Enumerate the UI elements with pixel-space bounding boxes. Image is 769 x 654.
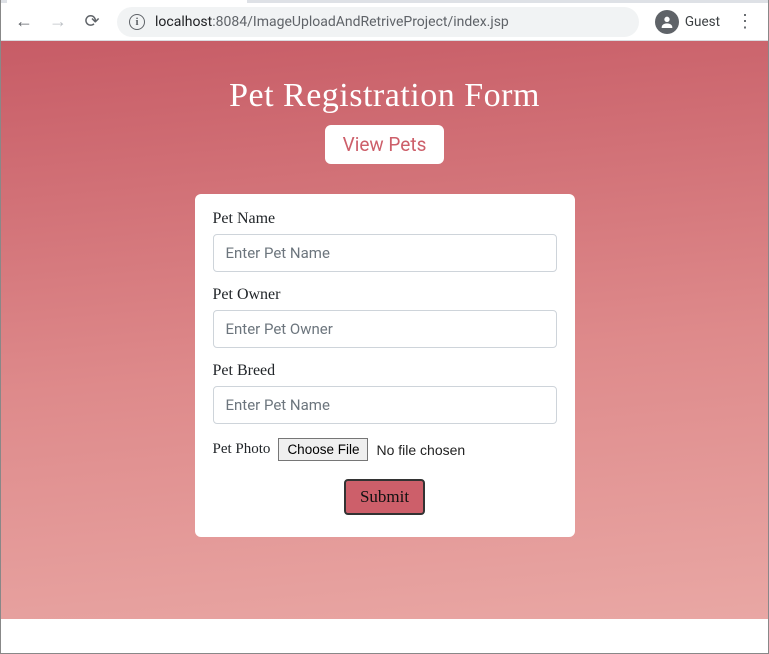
- profile-chip[interactable]: Guest: [649, 10, 726, 34]
- pet-breed-input[interactable]: [213, 386, 557, 424]
- url-host: localhost: [155, 14, 212, 30]
- field-pet-photo: Pet Photo Choose File No file chosen: [213, 438, 557, 461]
- window-controls: ⌄ — □ ✕: [588, 0, 764, 1]
- page-body: Pet Registration Form View Pets Pet Name…: [1, 41, 768, 619]
- site-info-icon[interactable]: i: [129, 14, 145, 30]
- submit-button[interactable]: Submit: [344, 479, 425, 515]
- field-pet-breed: Pet Breed: [213, 362, 557, 424]
- new-tab-button[interactable]: +: [255, 0, 283, 1]
- avatar-icon: [655, 10, 679, 34]
- tab-strip: localhost:8084/ImageUploadAnd × + ⌄ — □ …: [1, 0, 768, 3]
- pet-photo-label: Pet Photo: [213, 441, 271, 458]
- pet-breed-label: Pet Breed: [213, 362, 557, 380]
- url-text: localhost:8084/ImageUploadAndRetriveProj…: [155, 14, 509, 30]
- submit-row: Submit: [213, 479, 557, 515]
- pet-name-input[interactable]: [213, 234, 557, 272]
- choose-file-button[interactable]: Choose File: [278, 438, 368, 461]
- form-card: Pet Name Pet Owner Pet Breed Pet Photo C…: [195, 194, 575, 537]
- pet-owner-input[interactable]: [213, 310, 557, 348]
- address-bar: ← → ⟳ i localhost:8084/ImageUploadAndRet…: [1, 3, 768, 41]
- page-title: Pet Registration Form: [229, 77, 540, 115]
- field-pet-owner: Pet Owner: [213, 286, 557, 348]
- pet-name-label: Pet Name: [213, 210, 557, 228]
- file-status-text: No file chosen: [376, 442, 465, 458]
- omnibox[interactable]: i localhost:8084/ImageUploadAndRetrivePr…: [117, 7, 639, 37]
- field-pet-name: Pet Name: [213, 210, 557, 272]
- pet-owner-label: Pet Owner: [213, 286, 557, 304]
- kebab-menu-icon[interactable]: ⋮: [730, 11, 760, 32]
- profile-label: Guest: [685, 14, 720, 30]
- back-button[interactable]: ←: [9, 7, 39, 37]
- url-path: :8084/ImageUploadAndRetriveProject/index…: [212, 14, 509, 30]
- reload-button[interactable]: ⟳: [77, 7, 107, 37]
- forward-button[interactable]: →: [43, 7, 73, 37]
- browser-tab[interactable]: localhost:8084/ImageUploadAnd ×: [7, 0, 247, 3]
- view-pets-button[interactable]: View Pets: [325, 125, 445, 164]
